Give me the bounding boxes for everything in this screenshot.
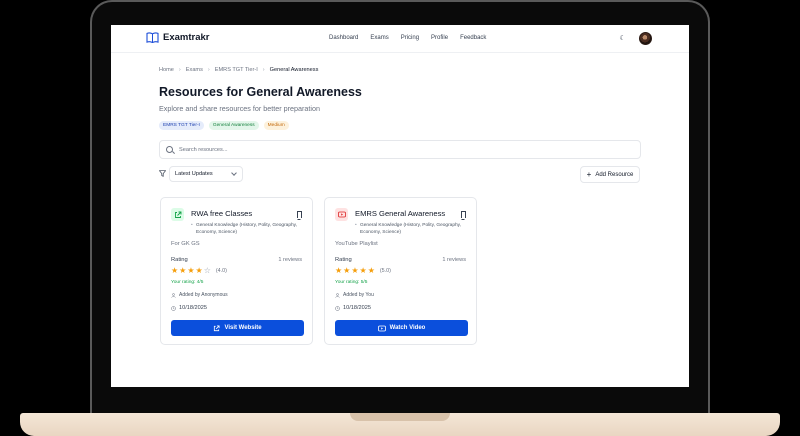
breadcrumb: Home › Exams › EMRS TGT Tier-I › General… bbox=[159, 67, 318, 73]
filter-icon bbox=[159, 170, 166, 177]
card-category: General Knowledge (History, Polity, Geog… bbox=[191, 222, 303, 236]
star-icon[interactable]: ★ bbox=[343, 267, 350, 275]
star-icon[interactable]: ★ bbox=[360, 267, 367, 275]
navbar: Examtrakr Dashboard Exams Pricing Profil… bbox=[111, 25, 689, 53]
star-icon[interactable]: ★ bbox=[368, 267, 375, 275]
crumb-home[interactable]: Home bbox=[159, 67, 174, 73]
review-count: 1 reviews bbox=[278, 257, 302, 263]
external-link-icon bbox=[171, 208, 184, 221]
video-icon bbox=[377, 325, 386, 331]
tag-subject: General Awareness bbox=[208, 121, 259, 130]
card-title: RWA free Classes bbox=[191, 209, 253, 218]
card-description: YouTube Playlist bbox=[335, 241, 378, 247]
added-by-text: Added by Anonymous bbox=[179, 292, 228, 298]
book-icon bbox=[146, 32, 159, 43]
your-rating: Your rating: 5/5 bbox=[335, 280, 368, 285]
card-description: For GK GS bbox=[171, 241, 200, 247]
external-link-icon bbox=[214, 324, 220, 331]
tag-exam: EMRS TGT Tier-I bbox=[159, 121, 204, 130]
rating-score: (5.0) bbox=[379, 268, 391, 274]
laptop-notch bbox=[350, 413, 450, 421]
user-icon bbox=[171, 292, 176, 298]
bookmark-icon[interactable] bbox=[297, 211, 302, 220]
page-title: Resources for General Awareness bbox=[159, 85, 362, 99]
star-rating[interactable]: ★ ★ ★ ★ ☆ (4.0) bbox=[171, 267, 227, 275]
star-icon[interactable]: ★ bbox=[351, 267, 358, 275]
search-bar bbox=[159, 140, 641, 159]
star-icon[interactable]: ★ bbox=[179, 267, 186, 275]
star-icon[interactable]: ★ bbox=[196, 267, 203, 275]
review-count: 1 reviews bbox=[442, 257, 466, 263]
crumb-exams[interactable]: Exams bbox=[186, 67, 203, 73]
nav-dashboard[interactable]: Dashboard bbox=[329, 35, 358, 41]
nav-pricing[interactable]: Pricing bbox=[401, 35, 419, 41]
watch-video-button[interactable]: Watch Video bbox=[335, 320, 468, 336]
date-text: 10/18/2025 bbox=[343, 305, 371, 311]
star-rating[interactable]: ★ ★ ★ ★ ★ (5.0) bbox=[335, 267, 391, 275]
tag-list: EMRS TGT Tier-I General Awareness Medium bbox=[159, 121, 289, 130]
nav-profile[interactable]: Profile bbox=[431, 35, 448, 41]
added-by: Added by You bbox=[335, 292, 374, 298]
card-category: General Knowledge (History, Polity, Geog… bbox=[355, 222, 467, 236]
date-text: 10/18/2025 bbox=[179, 305, 207, 311]
nav-links: Dashboard Exams Pricing Profile Feedback bbox=[329, 35, 498, 41]
chevron-down-icon bbox=[231, 170, 237, 176]
date-added: 10/18/2025 bbox=[335, 305, 371, 311]
search-input[interactable] bbox=[179, 146, 579, 153]
sort-select[interactable]: Latest Updates bbox=[169, 166, 243, 182]
plus-icon: + bbox=[586, 169, 592, 179]
chevron-right-icon: › bbox=[207, 67, 210, 73]
star-icon[interactable]: ★ bbox=[187, 267, 194, 275]
youtube-icon bbox=[335, 208, 348, 221]
star-icon[interactable]: ☆ bbox=[204, 267, 211, 275]
crumb-current: General Awareness bbox=[269, 67, 319, 73]
rating-score: (4.0) bbox=[215, 268, 227, 274]
visit-website-button[interactable]: Visit Website bbox=[171, 320, 304, 336]
chevron-right-icon: › bbox=[262, 67, 265, 73]
crumb-exam[interactable]: EMRS TGT Tier-I bbox=[215, 67, 258, 73]
sort-select-value: Latest Updates bbox=[175, 171, 213, 177]
nav-exams[interactable]: Exams bbox=[370, 35, 388, 41]
resource-card: EMRS General Awareness General Knowledge… bbox=[324, 197, 477, 345]
tag-difficulty: Medium bbox=[263, 121, 289, 130]
date-added: 10/18/2025 bbox=[171, 305, 207, 311]
avatar[interactable] bbox=[639, 32, 652, 45]
filter-row: Latest Updates + Add Resource bbox=[159, 166, 641, 183]
page-subtitle: Explore and share resources for better p… bbox=[159, 104, 321, 113]
resource-card: RWA free Classes General Knowledge (Hist… bbox=[160, 197, 313, 345]
rating-label: Rating bbox=[171, 257, 188, 263]
added-by: Added by Anonymous bbox=[171, 292, 228, 298]
moon-icon[interactable]: ☾ bbox=[618, 34, 627, 43]
chevron-right-icon: › bbox=[178, 67, 181, 73]
brand-logo[interactable]: Examtrakr bbox=[146, 32, 209, 43]
brand-name: Examtrakr bbox=[163, 32, 210, 43]
star-icon[interactable]: ★ bbox=[335, 267, 342, 275]
add-resource-button[interactable]: + Add Resource bbox=[580, 166, 640, 183]
clock-icon bbox=[335, 305, 340, 311]
bookmark-icon[interactable] bbox=[461, 211, 466, 220]
card-title: EMRS General Awareness bbox=[355, 209, 446, 218]
rating-label: Rating bbox=[335, 257, 352, 263]
app-screen: Examtrakr Dashboard Exams Pricing Profil… bbox=[111, 25, 689, 387]
visit-website-label: Visit Website bbox=[224, 325, 262, 331]
added-by-text: Added by You bbox=[343, 292, 374, 298]
your-rating: Your rating: 4/5 bbox=[171, 280, 204, 285]
watch-video-label: Watch Video bbox=[389, 325, 426, 331]
star-icon[interactable]: ★ bbox=[171, 267, 178, 275]
nav-feedback[interactable]: Feedback bbox=[460, 35, 486, 41]
user-icon bbox=[335, 292, 340, 298]
clock-icon bbox=[171, 305, 176, 311]
add-resource-label: Add Resource bbox=[595, 171, 634, 178]
search-icon bbox=[166, 146, 173, 153]
